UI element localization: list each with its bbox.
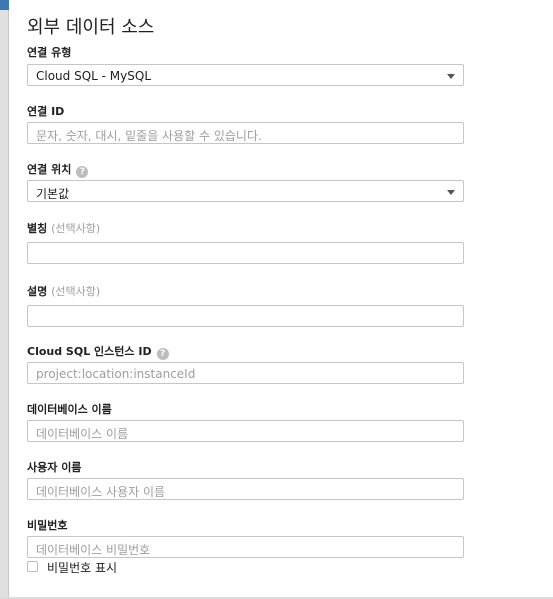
- connection-id-input[interactable]: 문자, 숫자, 대시, 밑줄을 사용할 수 있습니다.: [27, 122, 464, 144]
- alias-label: 별칭 (선택사항): [27, 220, 100, 236]
- description-optional-text: (선택사항): [51, 285, 101, 298]
- help-icon[interactable]: ?: [76, 166, 89, 178]
- connection-id-placeholder: 문자, 숫자, 대시, 밑줄을 사용할 수 있습니다.: [36, 129, 262, 143]
- connection-location-select[interactable]: 기본값: [27, 180, 464, 202]
- database-name-placeholder: 데이터베이스 이름: [36, 427, 129, 441]
- background-app-bar-edge: [0, 0, 9, 10]
- show-password-checkbox[interactable]: [27, 561, 38, 572]
- instance-id-label: Cloud SQL 인스턴스 ID?: [27, 343, 169, 360]
- dropdown-arrow-icon: [447, 190, 455, 195]
- instance-id-label-text: Cloud SQL 인스턴스 ID: [27, 345, 152, 358]
- database-name-label: 데이터베이스 이름: [27, 403, 112, 416]
- alias-input[interactable]: [27, 242, 464, 264]
- dialog-title: 외부 데이터 소스: [27, 17, 155, 38]
- connection-type-label: 연결 유형: [27, 46, 72, 59]
- connection-location-label-text: 연결 위치: [27, 163, 72, 176]
- connection-type-value: Cloud SQL - MySQL: [36, 69, 152, 83]
- dialog-left-border: [8, 0, 9, 599]
- connection-id-label: 연결 ID: [27, 105, 65, 118]
- show-password-label[interactable]: 비밀번호 표시: [47, 559, 117, 576]
- description-label: 설명 (선택사항): [27, 283, 100, 299]
- dropdown-arrow-icon: [447, 74, 455, 79]
- description-label-text: 설명: [27, 285, 48, 298]
- help-icon[interactable]: ?: [156, 348, 169, 360]
- database-name-input[interactable]: 데이터베이스 이름: [27, 420, 464, 442]
- username-input[interactable]: 데이터베이스 사용자 이름: [27, 478, 464, 500]
- description-input[interactable]: [27, 305, 464, 327]
- password-label: 비밀번호: [27, 519, 68, 532]
- connection-location-value: 기본값: [36, 187, 70, 201]
- instance-id-input[interactable]: project:location:instanceId: [27, 362, 464, 384]
- alias-optional-text: (선택사항): [51, 222, 101, 235]
- alias-label-text: 별칭: [27, 222, 48, 235]
- username-label: 사용자 이름: [27, 461, 82, 474]
- username-placeholder: 데이터베이스 사용자 이름: [36, 485, 166, 499]
- instance-id-placeholder: project:location:instanceId: [36, 367, 196, 381]
- connection-type-select[interactable]: Cloud SQL - MySQL: [27, 64, 464, 86]
- password-placeholder: 데이터베이스 비밀번호: [36, 543, 151, 557]
- connection-location-label: 연결 위치?: [27, 161, 89, 178]
- password-input[interactable]: 데이터베이스 비밀번호: [27, 536, 464, 558]
